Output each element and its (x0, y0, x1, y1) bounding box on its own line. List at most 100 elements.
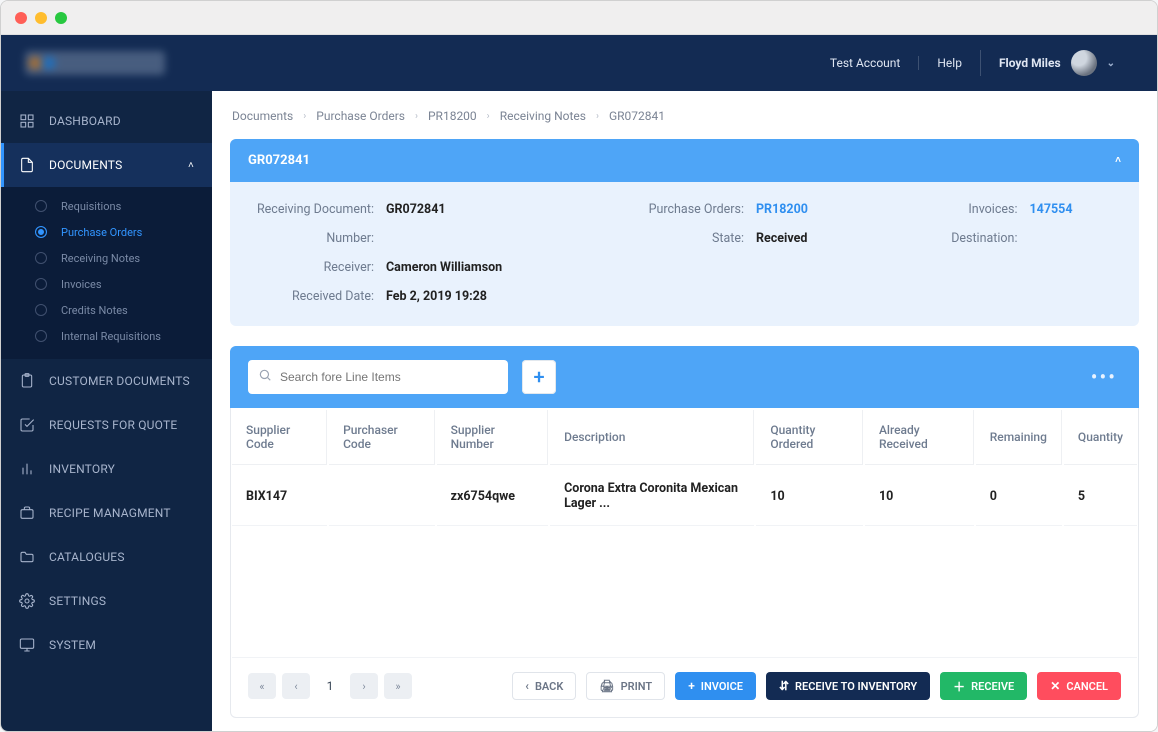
chevron-left-icon: ‹ (525, 679, 529, 693)
receive-to-inventory-button[interactable]: ⇵ RECEIVE TO INVENTORY (766, 672, 930, 700)
cell-remaining: 0 (976, 467, 1062, 526)
sub-item-label: Requisitions (61, 200, 121, 213)
sidebar-item-catalogues[interactable]: CATALOGUES (1, 535, 212, 579)
pager-next-button[interactable]: › (350, 673, 378, 699)
table-footer: « ‹ 1 › » ‹ BACK 🖨 PRINT (230, 660, 1139, 718)
cancel-button[interactable]: ✕ CANCEL (1037, 672, 1121, 700)
window-maximize-icon[interactable] (55, 12, 67, 24)
table-row[interactable]: BIX147 zx6754qwe Corona Extra Coronita M… (232, 467, 1137, 526)
brand-logo (25, 51, 165, 75)
plus-icon: + (533, 365, 544, 389)
details-panel-header[interactable]: GR072841 ˄ (230, 139, 1139, 182)
gear-icon (19, 593, 35, 609)
breadcrumb: Documents › Purchase Orders › PR18200 › … (230, 103, 1139, 139)
app-window: Test Account Help Floyd Miles ⌄ DASHBOAR… (0, 0, 1158, 732)
crumb-current: GR072841 (609, 109, 665, 123)
add-line-item-button[interactable]: + (522, 360, 556, 394)
sidebar-item-label: SETTINGS (49, 594, 106, 608)
invoice-button[interactable]: + INVOICE (675, 672, 756, 700)
radio-icon (35, 330, 47, 342)
sidebar-item-inventory[interactable]: INVENTORY (1, 447, 212, 491)
radio-icon (35, 278, 47, 290)
pager-prev-button[interactable]: ‹ (282, 673, 310, 699)
plus-icon: + (688, 679, 695, 693)
dots-icon: ••• (1091, 365, 1117, 389)
chevron-left-icon: ‹ (294, 680, 297, 693)
radio-icon (35, 252, 47, 264)
col-supplier-code[interactable]: Supplier Code (232, 410, 327, 465)
sidebar-item-label: SYSTEM (49, 638, 96, 652)
purchase-order-link[interactable]: PR18200 (756, 202, 808, 217)
cell-supplier-number: zx6754qwe (437, 467, 548, 526)
avatar (1071, 50, 1097, 76)
sidebar-item-documents[interactable]: DOCUMENTS ˄ (1, 143, 212, 187)
user-menu[interactable]: Floyd Miles ⌄ (980, 50, 1133, 76)
sidebar-item-customer-documents[interactable]: CUSTOMER DOCUMENTS (1, 359, 212, 403)
sidebar-item-dashboard[interactable]: DASHBOARD (1, 99, 212, 143)
check-square-icon (19, 417, 35, 433)
receive-button[interactable]: ＋ RECEIVE (940, 672, 1027, 700)
col-quantity[interactable]: Quantity (1064, 410, 1137, 465)
pager-page-number: 1 (316, 679, 344, 693)
sub-item-requisitions[interactable]: Requisitions (1, 193, 212, 219)
search-input[interactable] (272, 370, 498, 384)
sub-item-credits-notes[interactable]: Credits Notes (1, 297, 212, 323)
pager-first-button[interactable]: « (248, 673, 276, 699)
cell-qty-ordered: 10 (756, 467, 863, 526)
file-icon (19, 157, 35, 173)
field-label: Number: (236, 231, 386, 246)
field-label: Invoices: (880, 202, 1030, 217)
sub-item-invoices[interactable]: Invoices (1, 271, 212, 297)
col-qty-ordered[interactable]: Quantity Ordered (756, 410, 863, 465)
field-value: Feb 2, 2019 19:28 (386, 289, 487, 304)
sidebar-item-label: REQUESTS FOR QUOTE (49, 418, 177, 432)
col-remaining[interactable]: Remaining (976, 410, 1062, 465)
close-icon: ✕ (1050, 679, 1060, 693)
sidebar-item-recipe-management[interactable]: RECIPE MANAGMENT (1, 491, 212, 535)
col-already-received[interactable]: Already Received (865, 410, 974, 465)
sub-item-internal-requisitions[interactable]: Internal Requisitions (1, 323, 212, 349)
crumb[interactable]: Receiving Notes (500, 109, 586, 123)
radio-icon (35, 200, 47, 212)
sidebar-item-settings[interactable]: SETTINGS (1, 579, 212, 623)
field-label: Purchase Orders: (606, 202, 756, 217)
crumb[interactable]: PR18200 (428, 109, 477, 123)
sub-item-purchase-orders[interactable]: Purchase Orders (1, 219, 212, 245)
cell-supplier-code: BIX147 (232, 467, 327, 526)
pager-last-button[interactable]: » (384, 673, 412, 699)
receive-icon: ＋ (953, 678, 965, 695)
back-button[interactable]: ‹ BACK (512, 672, 576, 700)
sub-item-label: Receiving Notes (61, 252, 140, 265)
crumb[interactable]: Purchase Orders (316, 109, 405, 123)
button-label: INVOICE (701, 680, 743, 693)
button-label: CANCEL (1066, 680, 1108, 693)
sub-item-label: Credits Notes (61, 304, 128, 317)
test-account-link[interactable]: Test Account (812, 56, 918, 70)
col-purchaser-code[interactable]: Purchaser Code (329, 410, 435, 465)
invoice-link[interactable]: 147554 (1030, 202, 1073, 217)
help-link[interactable]: Help (918, 56, 980, 70)
crumb[interactable]: Documents (232, 109, 293, 123)
sidebar-item-label: CATALOGUES (49, 550, 125, 564)
sub-item-receiving-notes[interactable]: Receiving Notes (1, 245, 212, 271)
field-value: Received (756, 231, 807, 246)
more-options-button[interactable]: ••• (1091, 365, 1121, 389)
cell-quantity: 5 (1064, 467, 1137, 526)
chevron-up-icon: ˄ (1115, 155, 1121, 166)
window-minimize-icon[interactable] (35, 12, 47, 24)
sidebar-item-requests-for-quote[interactable]: REQUESTS FOR QUOTE (1, 403, 212, 447)
col-supplier-number[interactable]: Supplier Number (437, 410, 548, 465)
folder-icon (19, 549, 35, 565)
cell-description: Corona Extra Coronita Mexican Lager ... (550, 467, 754, 526)
chevron-right-icon: › (487, 111, 490, 122)
button-label: PRINT (621, 680, 653, 693)
documents-submenu: Requisitions Purchase Orders Receiving N… (1, 187, 212, 359)
col-description[interactable]: Description (550, 410, 754, 465)
button-label: RECEIVE TO INVENTORY (795, 680, 917, 693)
line-items-table: Supplier Code Purchaser Code Supplier Nu… (230, 408, 1139, 660)
user-name: Floyd Miles (999, 56, 1061, 70)
field-value: GR072841 (386, 202, 446, 217)
print-button[interactable]: 🖨 PRINT (586, 672, 665, 700)
window-close-icon[interactable] (15, 12, 27, 24)
sidebar-item-system[interactable]: SYSTEM (1, 623, 212, 667)
